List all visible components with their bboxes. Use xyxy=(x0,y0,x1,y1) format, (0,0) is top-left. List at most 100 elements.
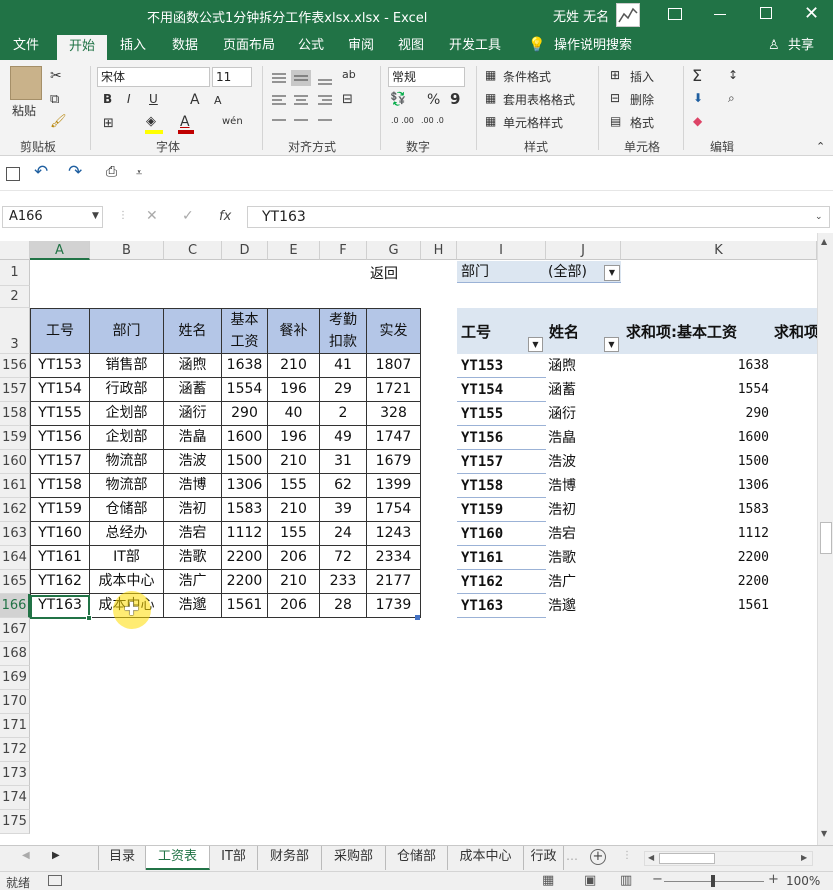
redo-icon[interactable]: ↷ xyxy=(68,162,82,182)
sheet-tab[interactable]: 行政 xyxy=(524,846,564,870)
vertical-scrollbar[interactable]: ▲ ▼ xyxy=(817,233,833,845)
sheet-tab[interactable]: 仓储部 xyxy=(386,846,448,870)
pivot-row-name[interactable]: 浩宕 xyxy=(548,522,576,546)
table-cell[interactable]: 1399 xyxy=(367,474,421,498)
tab-view[interactable]: 视图 xyxy=(390,32,432,60)
name-box-dropdown-icon[interactable]: ▼ xyxy=(92,211,99,221)
table-cell[interactable]: 1600 xyxy=(222,426,268,450)
table-cell[interactable]: 210 xyxy=(268,570,320,594)
pivot-row-value[interactable]: 1500 xyxy=(621,450,769,474)
table-cell[interactable]: 物流部 xyxy=(90,450,164,474)
column-header[interactable]: E xyxy=(268,241,320,260)
table-cell[interactable]: YT161 xyxy=(30,546,90,570)
ribbon-display-icon[interactable] xyxy=(668,8,682,20)
table-cell[interactable]: 浩歌 xyxy=(164,546,222,570)
table-cell[interactable]: 1583 xyxy=(222,498,268,522)
horizontal-scroll-thumb[interactable] xyxy=(659,853,715,864)
customize-qat-icon[interactable]: ⩡ xyxy=(136,166,142,180)
fill-color-icon[interactable]: ◈ xyxy=(146,114,156,129)
table-cell[interactable]: 72 xyxy=(320,546,367,570)
pivot-row-name[interactable]: 浩广 xyxy=(548,570,576,594)
pivot-row-id[interactable]: YT161 xyxy=(457,546,546,570)
row-header[interactable]: 174 xyxy=(0,786,30,810)
table-cell[interactable]: 总经办 xyxy=(90,522,164,546)
autosum-icon[interactable]: Σ xyxy=(692,66,702,85)
pivot-header-id[interactable]: 工号 xyxy=(461,321,491,342)
table-cell[interactable]: 浩广 xyxy=(164,570,222,594)
table-cell[interactable]: YT162 xyxy=(30,570,90,594)
sheet-tab[interactable]: 目录 xyxy=(98,846,146,870)
column-header[interactable]: D xyxy=(222,241,268,260)
pivot-row-id[interactable]: YT162 xyxy=(457,570,546,594)
fill-icon[interactable]: ⬇ xyxy=(693,91,703,105)
table-cell[interactable]: 40 xyxy=(268,402,320,426)
table-cell[interactable]: 328 xyxy=(367,402,421,426)
vertical-scroll-thumb[interactable] xyxy=(820,522,832,554)
table-cell[interactable]: 206 xyxy=(268,594,320,618)
wrap-text-button[interactable]: ab xyxy=(342,68,356,81)
table-cell[interactable]: 1721 xyxy=(367,378,421,402)
macro-record-icon[interactable] xyxy=(48,875,62,886)
scroll-right-icon[interactable]: ▶ xyxy=(801,853,807,862)
borders-icon[interactable]: ⊞ xyxy=(103,116,114,131)
column-header[interactable]: J xyxy=(546,241,621,260)
close-icon[interactable]: ✕ xyxy=(804,3,819,24)
more-sheets-icon[interactable]: … xyxy=(566,849,578,863)
pivot-row-id[interactable]: YT156 xyxy=(457,426,546,450)
save-icon[interactable] xyxy=(6,167,20,181)
percent-button[interactable]: % xyxy=(427,92,440,108)
add-sheet-icon[interactable]: + xyxy=(590,849,606,865)
table-cell[interactable]: 企划部 xyxy=(90,402,164,426)
table-cell[interactable]: 1500 xyxy=(222,450,268,474)
pivot-row-value[interactable]: 1583 xyxy=(621,498,769,522)
table-cell[interactable]: 24 xyxy=(320,522,367,546)
copy-icon[interactable]: ⧉ xyxy=(50,92,59,107)
table-cell[interactable]: 1739 xyxy=(367,594,421,618)
enter-icon[interactable]: ✓ xyxy=(182,208,194,224)
font-name-select[interactable]: 宋体 xyxy=(97,67,210,87)
scroll-down-icon[interactable]: ▼ xyxy=(821,829,827,838)
undo-icon[interactable]: ↶ xyxy=(34,162,48,182)
row-header[interactable]: 173 xyxy=(0,762,30,786)
table-cell[interactable]: 1112 xyxy=(222,522,268,546)
table-cell[interactable]: 155 xyxy=(268,474,320,498)
pivot-filter-value[interactable]: (全部) xyxy=(548,262,587,282)
conditional-format-button[interactable]: 条件格式 xyxy=(503,68,551,85)
pivot-row-name[interactable]: 涵衍 xyxy=(548,402,576,426)
cancel-icon[interactable]: ✕ xyxy=(146,208,158,224)
table-cell[interactable]: 2334 xyxy=(367,546,421,570)
row-header[interactable]: 172 xyxy=(0,738,30,762)
table-cell[interactable]: 1679 xyxy=(367,450,421,474)
row-header[interactable]: 171 xyxy=(0,714,30,738)
pivot-row-name[interactable]: 浩波 xyxy=(548,450,576,474)
table-resize-handle[interactable] xyxy=(415,615,420,620)
pivot-row-value[interactable]: 2200 xyxy=(621,546,769,570)
row-header[interactable]: 159 xyxy=(0,426,30,450)
pivot-row-name[interactable]: 浩皛 xyxy=(548,426,576,450)
pivot-header-name[interactable]: 姓名 xyxy=(549,321,579,342)
row-header[interactable]: 156 xyxy=(0,354,30,378)
table-cell[interactable]: 31 xyxy=(320,450,367,474)
table-cell[interactable]: 1306 xyxy=(222,474,268,498)
tab-formulas[interactable]: 公式 xyxy=(290,32,332,60)
column-header[interactable]: B xyxy=(90,241,164,260)
pivot-row-id[interactable]: YT158 xyxy=(457,474,546,498)
table-cell[interactable]: 196 xyxy=(268,426,320,450)
comma-button[interactable]: 9 xyxy=(450,90,460,108)
insert-function-button[interactable]: fx xyxy=(219,209,231,224)
pivot-row-name[interactable]: 浩邈 xyxy=(548,594,576,618)
row-header[interactable]: 168 xyxy=(0,642,30,666)
user-avatar[interactable] xyxy=(616,3,640,27)
pivot-filter-dropdown-icon[interactable]: ▼ xyxy=(604,265,620,281)
sheet-tab-active[interactable]: 工资表 xyxy=(146,846,210,870)
column-header[interactable]: A xyxy=(30,241,90,260)
table-cell[interactable]: 28 xyxy=(320,594,367,618)
pivot-row-name[interactable]: 浩歌 xyxy=(548,546,576,570)
table-cell[interactable]: 196 xyxy=(268,378,320,402)
pivot-name-dropdown-icon[interactable]: ▼ xyxy=(604,337,619,352)
table-cell[interactable]: YT155 xyxy=(30,402,90,426)
table-cell[interactable]: 2200 xyxy=(222,570,268,594)
zoom-level[interactable]: 100% xyxy=(786,874,820,888)
column-header[interactable]: H xyxy=(421,241,457,260)
row-header[interactable]: 158 xyxy=(0,402,30,426)
